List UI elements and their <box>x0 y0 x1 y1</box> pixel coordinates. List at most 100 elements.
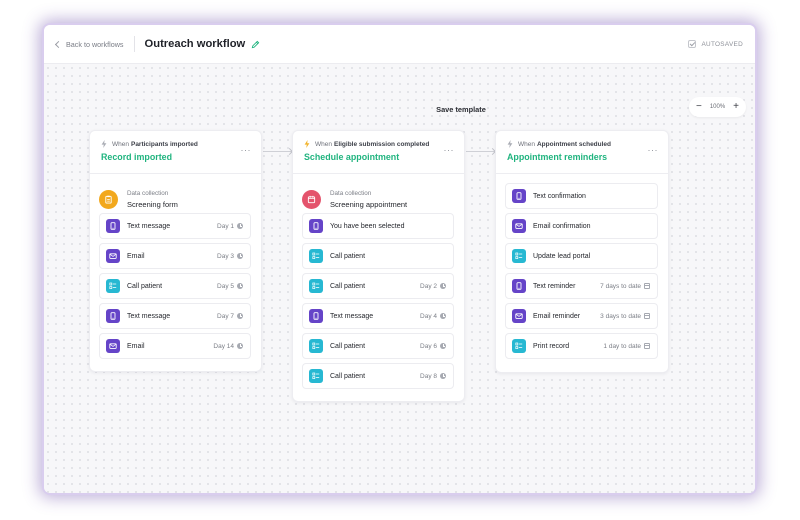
step-item[interactable]: Text message Day 4 <box>302 303 454 329</box>
app-window: Back to workflows Outreach workflow AUTO… <box>44 25 755 493</box>
data-collection-value: Screening form <box>127 199 178 209</box>
save-template-button[interactable]: Save template <box>404 105 518 114</box>
step-item[interactable]: Call patient Day 6 <box>302 333 454 359</box>
top-bar: Back to workflows Outreach workflow AUTO… <box>44 25 755 64</box>
trigger-prefix: When <box>112 140 129 148</box>
call-list-icon <box>309 369 323 383</box>
step-item[interactable]: Email Day 3 <box>99 243 251 269</box>
step-timing: Day 5 <box>217 283 243 290</box>
lightning-icon <box>304 140 310 148</box>
step-item[interactable]: Text message Day 7 <box>99 303 251 329</box>
step-timing-text: Day 5 <box>217 282 234 290</box>
step-label: Text confirmation <box>533 192 586 200</box>
back-to-workflows-link[interactable]: Back to workflows <box>54 39 124 49</box>
back-label: Back to workflows <box>66 39 124 49</box>
card-title: Record imported <box>101 152 173 162</box>
step-label: Call patient <box>127 282 163 290</box>
step-timing-text: Day 4 <box>420 312 437 320</box>
step-item[interactable]: Call patient Day 5 <box>99 273 251 299</box>
step-label: Call patient <box>330 282 366 290</box>
trigger-event: Appointment scheduled <box>536 140 612 148</box>
step-item[interactable]: You have been selected <box>302 213 454 239</box>
step-label: Text message <box>330 312 374 320</box>
calendar-icon <box>644 343 650 349</box>
chevron-left-icon <box>54 40 63 48</box>
phone-icon <box>106 309 120 323</box>
mail-icon <box>512 309 526 323</box>
clock-icon <box>237 343 243 349</box>
phone-icon <box>309 219 323 233</box>
more-options-button[interactable]: ··· <box>241 145 252 155</box>
step-item[interactable]: Email reminder 3 days to date <box>505 303 658 329</box>
step-label: Email confirmation <box>533 222 591 230</box>
step-timing-text: Day 14 <box>213 342 234 350</box>
workflow-canvas[interactable]: Save template − 100% + When Participants… <box>44 64 755 493</box>
step-label: Call patient <box>330 372 366 380</box>
step-label: Update lead portal <box>533 252 591 260</box>
zoom-level: 100% <box>709 104 726 110</box>
clock-icon <box>237 223 243 229</box>
step-timing-text: Day 1 <box>217 222 234 230</box>
more-options-button[interactable]: ··· <box>648 145 659 155</box>
trigger-prefix: When <box>315 140 332 148</box>
step-label: Text message <box>127 222 171 230</box>
calendar-form-icon <box>302 189 321 209</box>
step-item[interactable]: Text message Day 1 <box>99 213 251 239</box>
step-item[interactable]: Call patient <box>302 243 454 269</box>
workflow-card-record-imported[interactable]: When Participants imported Record import… <box>89 130 262 372</box>
workflow-card-appointment-reminders[interactable]: When Appointment scheduled Appointment r… <box>495 130 669 373</box>
step-label: Text reminder <box>533 282 576 290</box>
step-item[interactable]: Call patient Day 2 <box>302 273 454 299</box>
workflow-card-schedule-appointment[interactable]: When Eligible submission completed Sched… <box>292 130 465 402</box>
phone-icon <box>512 279 526 293</box>
step-item[interactable]: Text reminder 7 days to date <box>505 273 658 299</box>
more-options-button[interactable]: ··· <box>444 145 455 155</box>
step-item[interactable]: Text confirmation <box>505 183 658 209</box>
pencil-icon[interactable] <box>251 40 260 49</box>
step-timing-text: 3 days to date <box>600 312 641 320</box>
data-collection-label: Data collection <box>127 189 169 197</box>
trigger-line: When Eligible submission completed <box>304 140 464 148</box>
step-item[interactable]: Update lead portal <box>505 243 658 269</box>
trigger-event: Participants imported <box>130 140 198 148</box>
call-list-icon <box>106 279 120 293</box>
step-timing: Day 8 <box>420 373 446 380</box>
data-collection-value: Screening appointment <box>330 199 408 209</box>
data-collection[interactable]: Data collection Screening form <box>90 174 261 214</box>
step-label: Email <box>127 252 145 260</box>
phone-icon <box>512 189 526 203</box>
zoom-out-button[interactable]: − <box>696 102 702 112</box>
step-timing: Day 4 <box>420 313 446 320</box>
clock-icon <box>440 343 446 349</box>
autosaved-label: AUTOSAVED <box>701 40 743 48</box>
step-timing-text: Day 8 <box>420 372 437 380</box>
step-item[interactable]: Email confirmation <box>505 213 658 239</box>
autosaved-status: AUTOSAVED <box>688 40 743 48</box>
card-title: Schedule appointment <box>304 152 400 162</box>
clock-icon <box>440 283 446 289</box>
step-timing: Day 7 <box>217 313 243 320</box>
step-timing: 3 days to date <box>600 313 650 320</box>
zoom-control: − 100% + <box>689 97 746 117</box>
step-timing-text: 1 day to date <box>603 342 641 350</box>
divider <box>133 36 135 52</box>
zoom-in-button[interactable]: + <box>733 102 739 112</box>
data-collection-label: Data collection <box>330 189 372 197</box>
step-item[interactable]: Print record 1 day to date <box>505 333 658 359</box>
card-header: When Eligible submission completed Sched… <box>293 131 464 174</box>
step-label: Call patient <box>330 252 366 260</box>
step-item[interactable]: Email Day 14 <box>99 333 251 359</box>
call-list-icon <box>512 339 526 353</box>
calendar-icon <box>644 283 650 289</box>
clock-icon <box>440 313 446 319</box>
step-timing: Day 1 <box>217 223 243 230</box>
step-label: Email <box>127 342 145 350</box>
clock-icon <box>237 283 243 289</box>
step-timing-text: Day 2 <box>420 282 437 290</box>
step-item[interactable]: Call patient Day 8 <box>302 363 454 389</box>
mail-icon <box>512 219 526 233</box>
step-timing-text: Day 7 <box>217 312 234 320</box>
step-label: Print record <box>533 342 570 350</box>
step-label: Email reminder <box>533 312 581 320</box>
data-collection[interactable]: Data collection Screening appointment <box>293 174 464 214</box>
